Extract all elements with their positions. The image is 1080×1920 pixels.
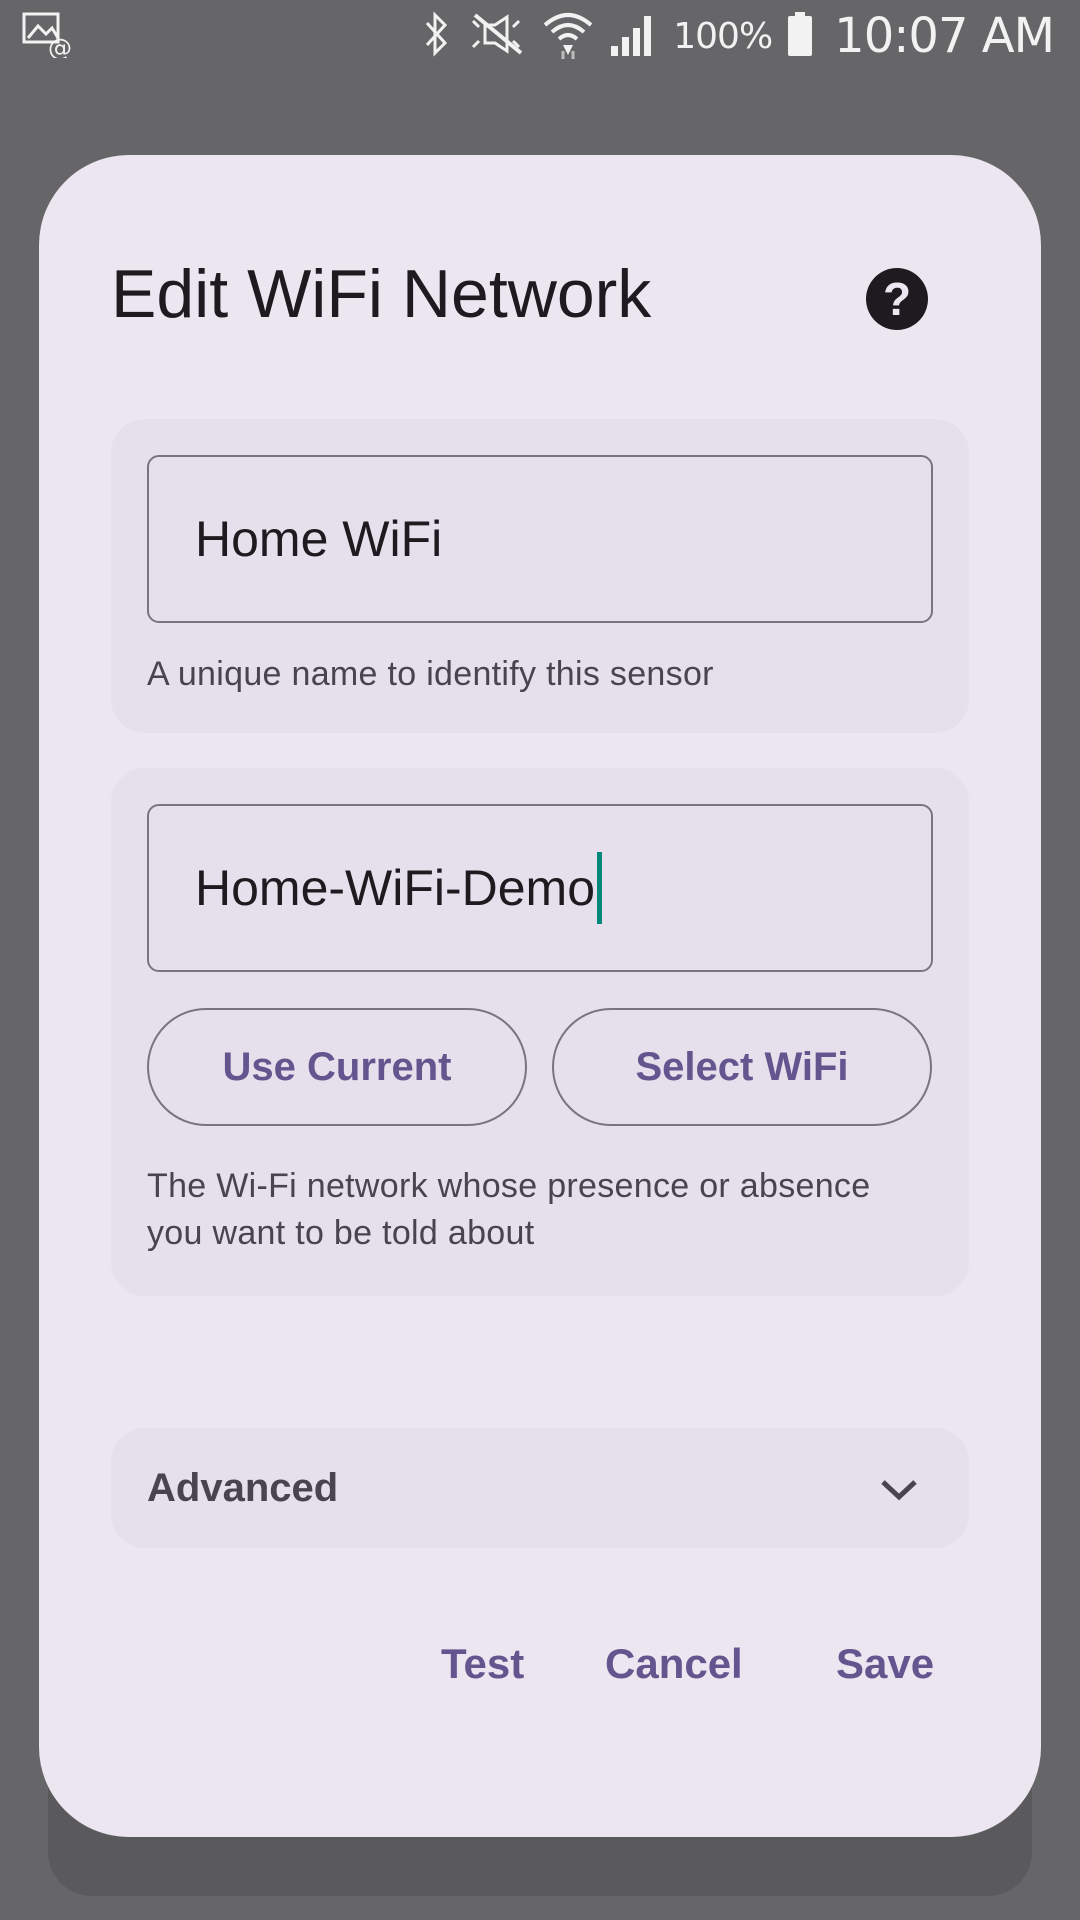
use-current-button[interactable]: Use Current <box>147 1008 527 1126</box>
silent-icon <box>465 11 527 62</box>
signal-icon <box>609 10 659 63</box>
name-section: Home WiFi A unique name to identify this… <box>111 419 969 733</box>
help-icon[interactable]: ? <box>866 268 928 330</box>
status-bar: @ 100% 10:07 AM <box>0 0 1080 72</box>
battery-icon <box>786 10 814 63</box>
screen-mirror-icon: @ <box>22 12 72 63</box>
ssid-section: Home-WiFi-Demo Use Current Select WiFi T… <box>111 768 969 1296</box>
advanced-expander[interactable]: Advanced <box>111 1428 969 1548</box>
ssid-input-value: Home-WiFi-Demo <box>195 860 595 916</box>
name-input-value: Home WiFi <box>195 511 443 567</box>
save-button[interactable]: Save <box>836 1640 934 1700</box>
battery-percent: 100% <box>673 15 773 57</box>
text-cursor <box>597 852 602 924</box>
test-button[interactable]: Test <box>441 1640 524 1700</box>
help-glyph: ? <box>882 273 912 325</box>
clock: 10:07 AM <box>834 8 1055 64</box>
advanced-label: Advanced <box>147 1465 339 1510</box>
select-wifi-button[interactable]: Select WiFi <box>552 1008 932 1126</box>
wifi-icon <box>541 9 595 64</box>
name-helper-text: A unique name to identify this sensor <box>147 655 714 693</box>
ssid-helper-text: The Wi-Fi network whose presence or abse… <box>147 1167 871 1252</box>
chevron-down-icon <box>879 1468 919 1513</box>
edit-wifi-dialog: Edit WiFi Network ? Home WiFi A unique n… <box>39 155 1041 1837</box>
bluetooth-icon <box>421 10 451 62</box>
dialog-title: Edit WiFi Network <box>111 256 652 332</box>
name-input[interactable]: Home WiFi <box>147 455 933 623</box>
svg-text:@: @ <box>48 34 72 58</box>
cancel-button[interactable]: Cancel <box>605 1640 743 1700</box>
ssid-input[interactable]: Home-WiFi-Demo <box>147 804 933 972</box>
